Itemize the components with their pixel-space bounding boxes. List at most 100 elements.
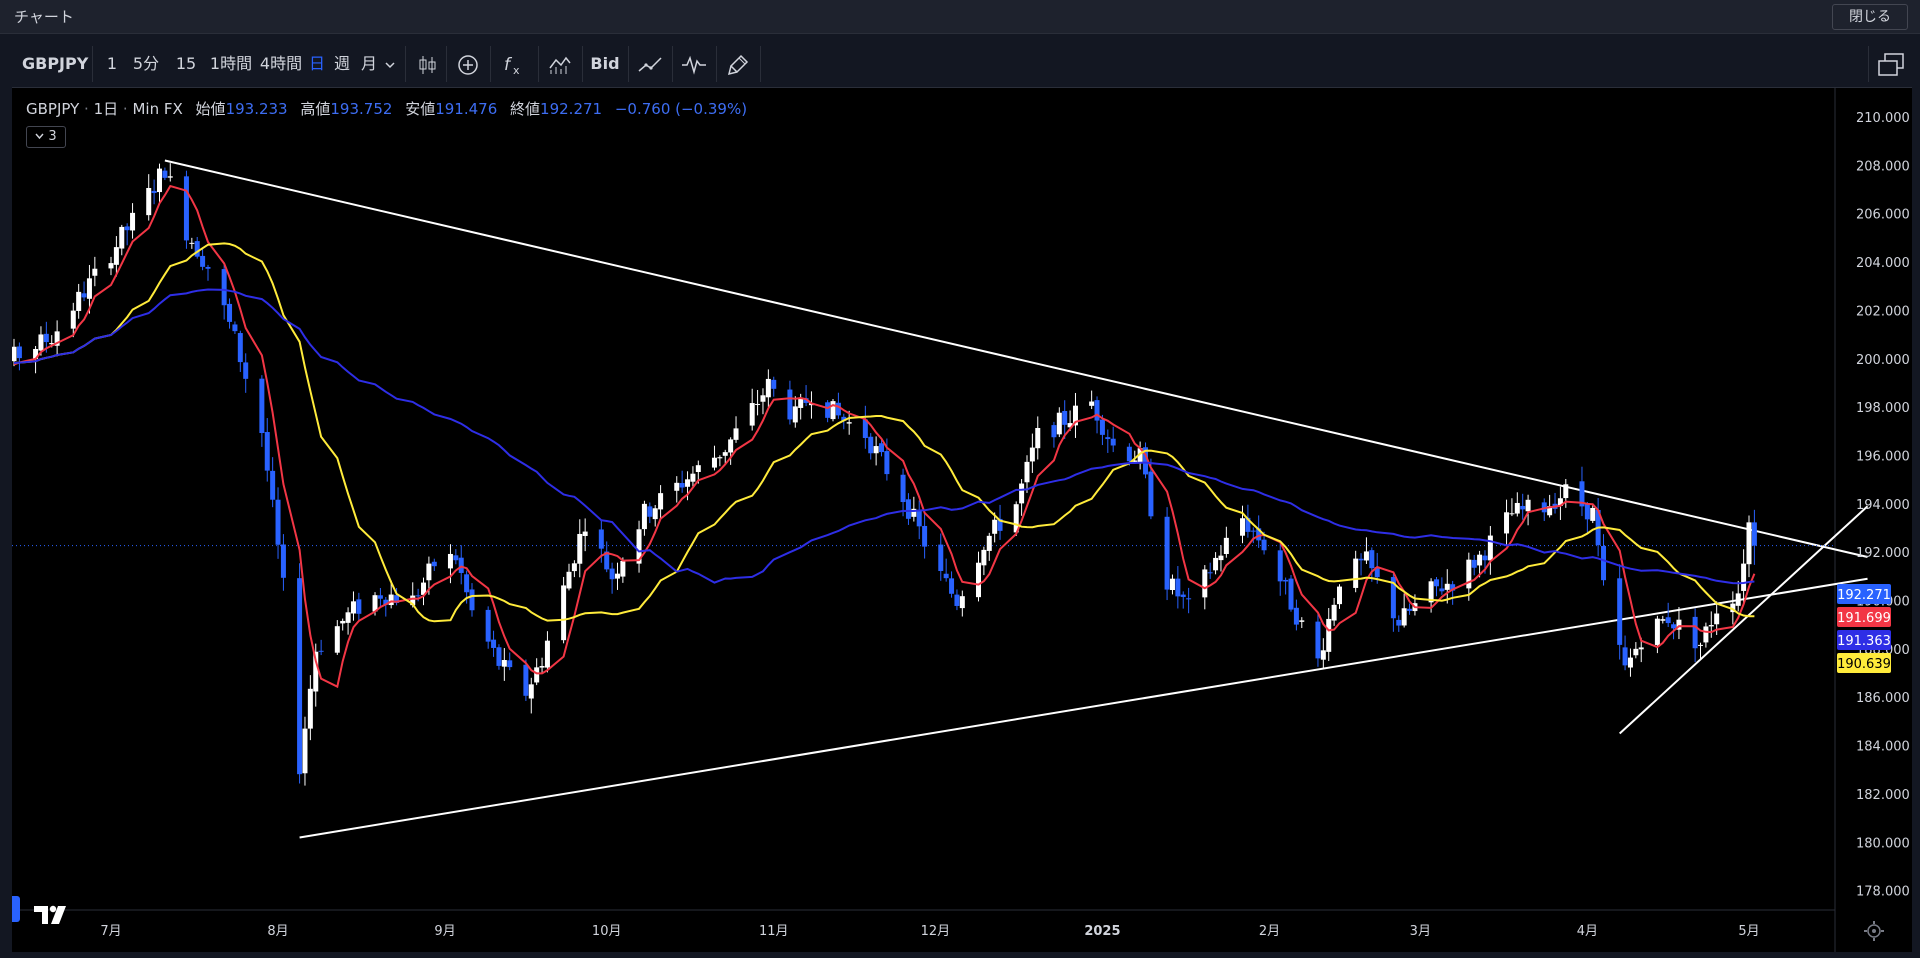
interval-4h[interactable]: 4時間 <box>259 40 303 88</box>
candle <box>280 534 286 591</box>
candle <box>1180 591 1186 609</box>
interval-1h[interactable]: 1時間 <box>209 40 253 88</box>
svg-text:191.699: 191.699 <box>1837 611 1891 626</box>
candle <box>825 400 831 423</box>
candle <box>243 353 249 393</box>
candle <box>270 457 276 508</box>
indicators-icon[interactable]: fx <box>492 40 536 88</box>
candle <box>1218 545 1224 572</box>
toolbar-divider <box>405 46 406 82</box>
settings-gear-icon[interactable] <box>1864 921 1884 941</box>
interval-5m[interactable]: 5分 <box>132 40 160 88</box>
time-tick-label: 7月 <box>100 924 121 939</box>
toolbar-divider <box>490 46 491 82</box>
candle <box>749 388 755 431</box>
candle <box>1175 566 1181 609</box>
candle <box>130 203 136 239</box>
candle <box>997 504 1003 540</box>
candle <box>765 369 771 408</box>
window-titlebar: チャート 閉じる <box>0 0 1920 34</box>
candle <box>733 416 739 443</box>
interval-1w[interactable]: 週 <box>333 40 351 88</box>
candle <box>1660 615 1666 624</box>
candle <box>571 560 577 578</box>
axis-price-label: 191.363 <box>1837 630 1891 650</box>
interval-1m[interactable]: 1分 <box>100 40 124 121</box>
side-panel-handle[interactable] <box>12 896 20 922</box>
brush-icon[interactable] <box>718 40 758 88</box>
candle <box>830 398 836 422</box>
price-tick-label: 186.000 <box>1856 691 1910 706</box>
candle <box>868 433 874 460</box>
toolbar-divider <box>1868 46 1869 82</box>
svg-text:191.363: 191.363 <box>1837 634 1891 649</box>
candle <box>1353 550 1359 593</box>
candle <box>674 476 680 503</box>
templates-icon[interactable] <box>540 40 580 88</box>
candle <box>1401 593 1407 628</box>
close-button[interactable]: 閉じる <box>1832 4 1908 30</box>
price-chart[interactable]: 210.000 208.000 206.000 204.000 202.000 200.0… <box>12 88 1912 952</box>
candle-style-icon[interactable] <box>410 40 444 88</box>
chevron-down-icon[interactable] <box>380 40 400 88</box>
candle <box>1708 611 1714 638</box>
legend-interval: 1日 <box>93 100 119 118</box>
legend-high-value: 193.752 <box>330 100 393 118</box>
legend-open-value: 193.233 <box>225 100 288 118</box>
layout-windows-icon[interactable] <box>1874 40 1908 88</box>
candle <box>92 256 98 287</box>
candle <box>1439 577 1445 595</box>
candle <box>1751 509 1757 565</box>
candle <box>1617 564 1623 660</box>
compare-add-icon[interactable] <box>448 40 488 88</box>
candle <box>1277 542 1283 596</box>
candle <box>1072 392 1078 438</box>
candle <box>636 520 642 573</box>
candle <box>1509 498 1515 517</box>
pattern-icon[interactable] <box>674 40 714 88</box>
candle <box>507 652 513 671</box>
candle <box>1703 622 1709 648</box>
legend-collapse-button[interactable]: 3 <box>26 126 66 148</box>
candle <box>641 500 647 536</box>
symbol-button[interactable]: GBPJPY <box>22 40 88 88</box>
time-tick-label: 3月 <box>1410 924 1431 939</box>
candle <box>862 405 868 449</box>
candle <box>566 563 572 591</box>
candle <box>1029 433 1035 473</box>
candle <box>803 385 809 407</box>
time-tick-label: 12月 <box>921 924 951 939</box>
trendline[interactable] <box>299 577 1868 839</box>
chart-legend: GBPJPY · 1日 · Min FX 始値193.233 高値193.752… <box>26 100 748 118</box>
toolbar-divider <box>538 46 539 82</box>
trendline[interactable] <box>164 159 1868 558</box>
candle <box>916 500 922 540</box>
candle <box>614 562 620 590</box>
time-axis[interactable]: 7月 8月 9月 10月 11月 12月 2025 2月 3月 4月 5月 <box>100 924 1759 939</box>
price-tick-label: 210.000 <box>1856 111 1910 126</box>
candle <box>1622 635 1628 671</box>
candle <box>227 298 233 329</box>
candle <box>561 576 567 644</box>
price-tick-label: 184.000 <box>1856 740 1910 755</box>
chart-pane[interactable]: 210.000 208.000 206.000 204.000 202.000 200.0… <box>12 88 1912 952</box>
legend-open-label: 始値 <box>195 100 226 118</box>
interval-1d[interactable]: 日 <box>308 40 326 88</box>
candle <box>647 502 653 524</box>
price-axis[interactable]: 210.000 208.000 206.000 204.000 202.000 200.0… <box>1856 111 1910 900</box>
candle <box>453 549 459 565</box>
toolbar-divider <box>582 46 583 82</box>
interval-1mo[interactable]: 月 <box>360 40 378 88</box>
bid-ask-button[interactable]: Bid <box>585 40 625 88</box>
candle <box>340 618 346 631</box>
candle <box>1164 507 1170 601</box>
candle <box>1320 638 1326 669</box>
interval-15m[interactable]: 15分 <box>168 40 204 121</box>
candle <box>237 330 243 372</box>
candle <box>1676 606 1682 640</box>
candle <box>1633 642 1639 659</box>
trend-line-icon[interactable] <box>630 40 670 88</box>
svg-text:190.639: 190.639 <box>1837 657 1891 672</box>
price-tick-label: 206.000 <box>1856 208 1910 223</box>
candle <box>938 533 944 581</box>
